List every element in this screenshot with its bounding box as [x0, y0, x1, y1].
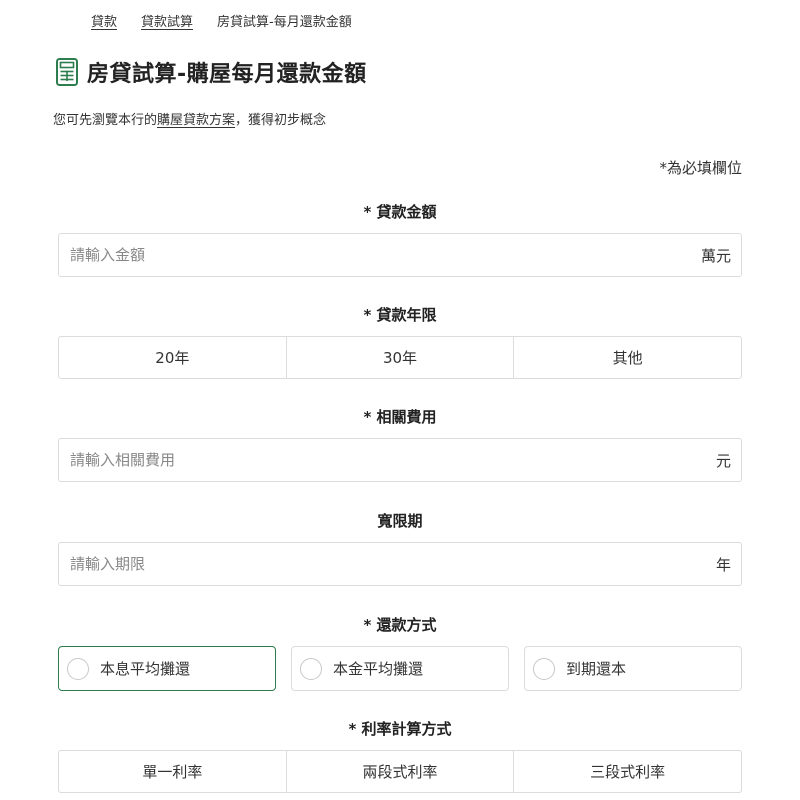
- intro-text: 您可先瀏覽本行的購屋貸款方案，獲得初步概念: [53, 109, 326, 128]
- intro-suffix: ，獲得初步概念: [235, 113, 327, 128]
- loan-amount-label: * 貸款金額: [363, 203, 437, 221]
- fees-label: * 相關費用: [363, 408, 437, 426]
- page-header: 房貸試算-購屋每月還款金額: [56, 56, 367, 88]
- loan-term-label: * 貸款年限: [363, 306, 437, 324]
- rate-option-single[interactable]: 單一利率: [59, 751, 287, 792]
- repayment-option-maturity[interactable]: 到期還本: [524, 646, 742, 691]
- repayment-option-label: 到期還本: [566, 660, 627, 678]
- repayment-option-equal-principal[interactable]: 本金平均攤還: [291, 646, 509, 691]
- radio-circle[interactable]: [67, 657, 89, 680]
- loan-amount-field: 萬元: [58, 233, 742, 277]
- grace-period-unit: 年: [715, 555, 731, 574]
- rate-option-two-stage[interactable]: 兩段式利率: [287, 751, 515, 792]
- loan-amount-input[interactable]: [70, 246, 701, 264]
- loan-amount-unit: 萬元: [700, 246, 731, 265]
- breadcrumb-loan-link[interactable]: 貸款: [91, 11, 117, 30]
- grace-period-label: 寬限期: [377, 512, 423, 530]
- required-note: *為必填欄位: [659, 159, 742, 177]
- repayment-option-label: 本金平均攤還: [333, 660, 424, 678]
- loan-term-option-30[interactable]: 30年: [287, 337, 515, 378]
- repayment-option-equal-installment[interactable]: 本息平均攤還: [58, 646, 276, 691]
- breadcrumb-loan-calc-link[interactable]: 貸款試算: [141, 11, 193, 30]
- loan-term-selector: 20年 30年 其他: [58, 336, 742, 379]
- rate-option-three-stage[interactable]: 三段式利率: [514, 751, 741, 792]
- page-title: 房貸試算-購屋每月還款金額: [87, 62, 367, 87]
- radio-circle[interactable]: [300, 657, 322, 680]
- breadcrumb-current: 房貸試算-每月還款金額: [217, 15, 352, 30]
- intro-prefix: 您可先瀏覽本行的: [53, 113, 158, 128]
- fees-input[interactable]: [70, 451, 716, 469]
- calculator-icon: [56, 58, 78, 86]
- grace-period-input[interactable]: [70, 555, 716, 573]
- loan-term-option-20[interactable]: 20年: [59, 337, 287, 378]
- repayment-options: 本息平均攤還 本金平均攤還 到期還本: [58, 646, 742, 691]
- radio-circle[interactable]: [533, 657, 555, 680]
- rate-method-label: * 利率計算方式: [348, 720, 452, 738]
- grace-period-field: 年: [58, 542, 742, 586]
- mortgage-plan-link[interactable]: 購屋貸款方案: [157, 113, 235, 128]
- fees-unit: 元: [715, 451, 731, 470]
- repayment-option-label: 本息平均攤還: [100, 660, 191, 678]
- breadcrumb: 貸款 貸款試算 房貸試算-每月還款金額: [91, 11, 352, 30]
- repayment-label: * 還款方式: [363, 616, 437, 634]
- loan-term-option-other[interactable]: 其他: [514, 337, 741, 378]
- fees-field: 元: [58, 438, 742, 482]
- rate-method-selector: 單一利率 兩段式利率 三段式利率: [58, 750, 742, 793]
